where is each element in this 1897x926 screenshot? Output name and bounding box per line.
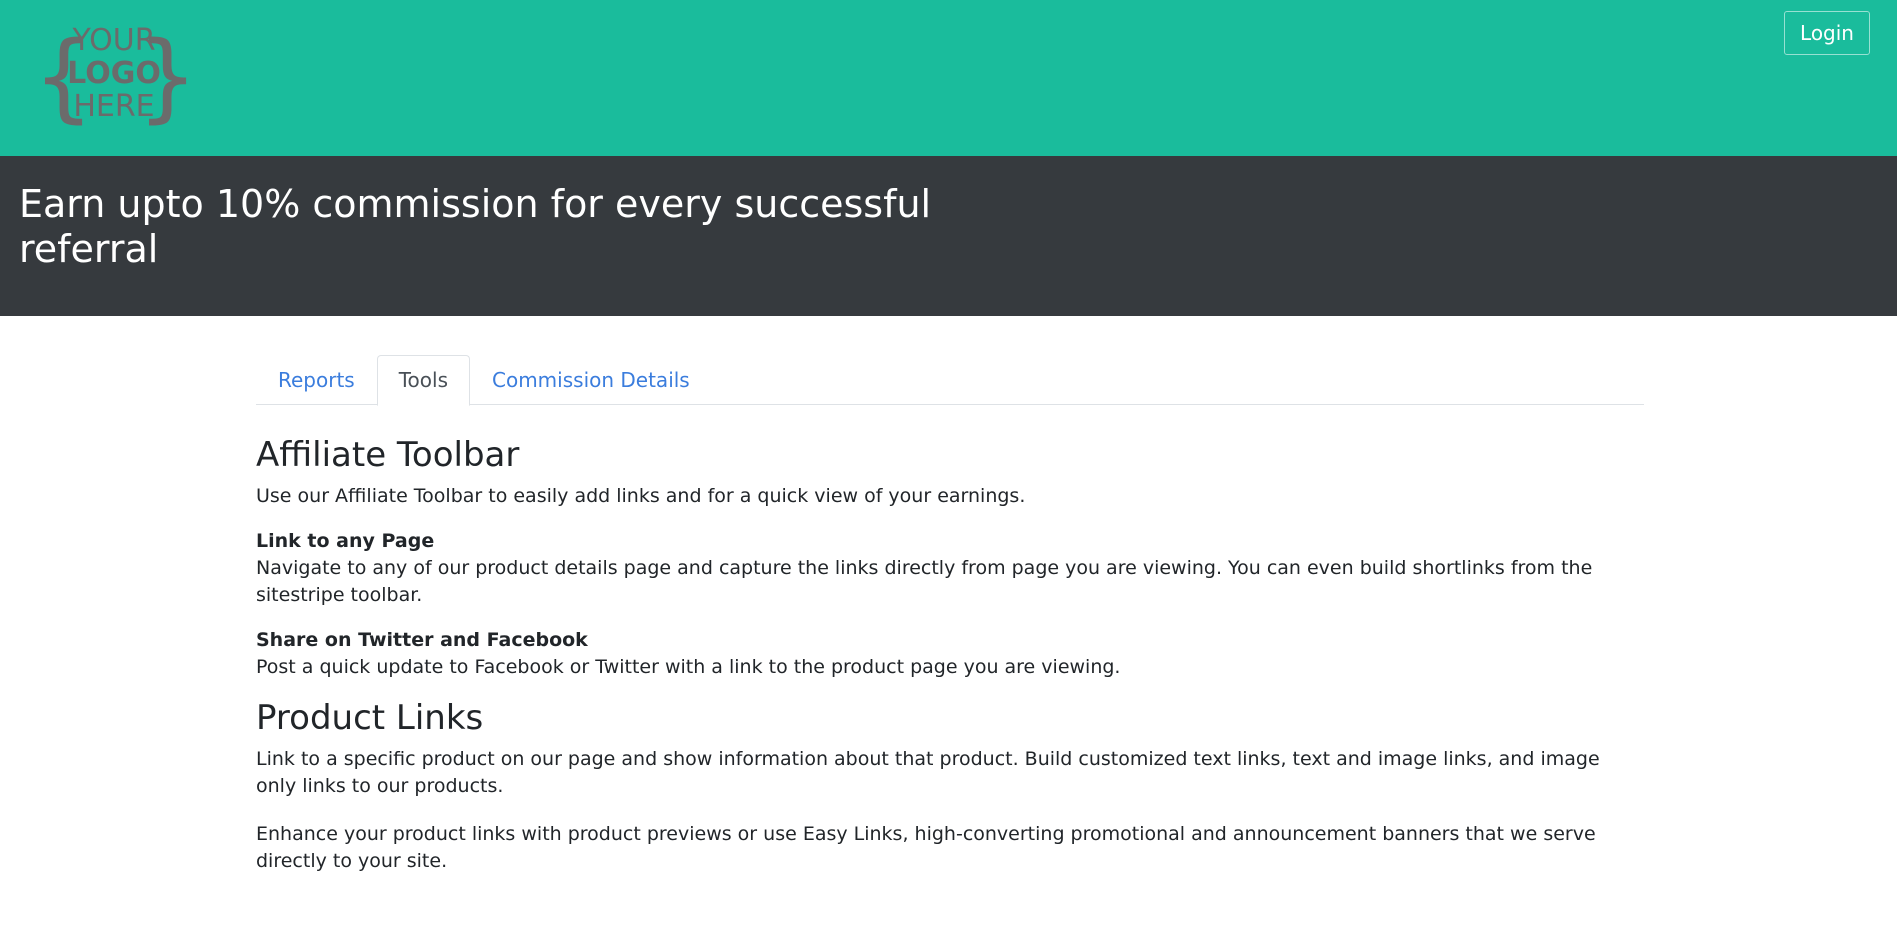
feature-text: Navigate to any of our product details p…	[256, 557, 1593, 606]
feature-link-to-any-page: Link to any Page Navigate to any of our …	[256, 528, 1644, 609]
logo-graphic: { } YOUR LOGO HERE	[33, 21, 198, 133]
site-logo[interactable]: { } YOUR LOGO HERE	[29, 14, 199, 134]
tab-reports[interactable]: Reports	[256, 355, 377, 405]
site-header: { } YOUR LOGO HERE Login	[0, 0, 1897, 156]
product-links-paragraph: Enhance your product links with product …	[256, 823, 1596, 872]
product-links-paragraph: Link to a specific product on our page a…	[256, 748, 1600, 797]
affiliate-toolbar-heading: Affiliate Toolbar	[256, 435, 520, 475]
main-content: Reports Tools Commission Details Affilia…	[256, 355, 1644, 875]
tab-bar: Reports Tools Commission Details	[256, 355, 1644, 406]
feature-title: Share on Twitter and Facebook	[256, 629, 588, 651]
feature-text: Post a quick update to Facebook or Twitt…	[256, 656, 1121, 678]
tab-tools[interactable]: Tools	[376, 355, 470, 406]
product-links-heading: Product Links	[256, 698, 484, 738]
hero-banner: Earn upto 10% commission for every succe…	[0, 156, 1897, 316]
logo-line-1: YOUR	[71, 23, 155, 58]
feature-share-social: Share on Twitter and Facebook Post a qui…	[256, 627, 1644, 681]
tab-commission-details[interactable]: Commission Details	[470, 355, 712, 405]
hero-headline: Earn upto 10% commission for every succe…	[19, 182, 932, 271]
logo-line-2: LOGO	[67, 56, 161, 91]
feature-title: Link to any Page	[256, 530, 435, 552]
logo-line-3: HERE	[73, 89, 154, 124]
affiliate-toolbar-intro: Use our Affiliate Toolbar to easily add …	[256, 485, 1026, 507]
login-button[interactable]: Login	[1784, 11, 1870, 55]
